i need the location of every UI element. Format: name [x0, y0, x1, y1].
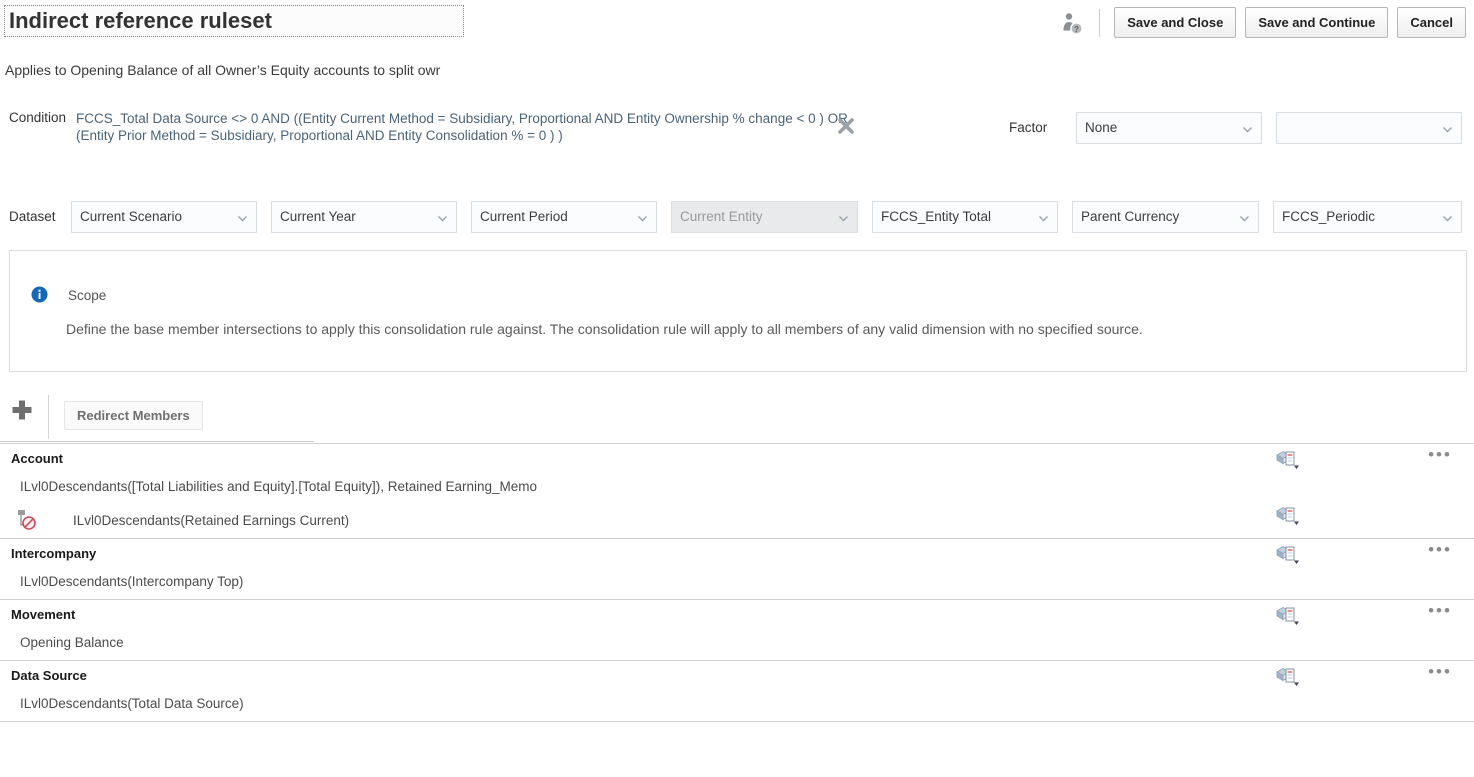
dataset-select-value: Current Period: [480, 209, 568, 224]
ruleset-title-input[interactable]: [4, 5, 464, 37]
member-expression: ILvl0Descendants(Intercompany Top): [20, 574, 243, 589]
chevron-down-icon: [1442, 213, 1453, 224]
dimension-sections: Account ILvl0Descendants([Total Liabiliti…: [0, 443, 1474, 722]
member-row[interactable]: ILvl0Descendants(Intercompany Top)•••: [0, 565, 1474, 599]
dataset-select-entity: Current Entity: [671, 201, 858, 233]
dimension-rows: Opening Balance•••: [0, 626, 1474, 660]
close-x-icon[interactable]: [836, 116, 856, 136]
member-row[interactable]: ILvl0Descendants(Retained Earnings Curre…: [0, 504, 1474, 538]
dataset-select-value: Current Scenario: [80, 209, 182, 224]
ruleset-description: Applies to Opening Balance of all Owner’…: [5, 62, 440, 78]
factor-primary-select[interactable]: None: [1076, 112, 1262, 144]
dataset-select-value: Current Year: [280, 209, 356, 224]
header-actions: ? Save and Close Save and Continue Cance…: [1059, 7, 1466, 38]
member-selector-icon[interactable]: [1276, 665, 1302, 687]
member-row[interactable]: Opening Balance•••: [0, 626, 1474, 660]
member-selector-icon[interactable]: [1276, 504, 1302, 526]
dimension-section: MovementOpening Balance•••: [0, 599, 1474, 660]
dataset-select-value: Parent Currency: [1081, 209, 1179, 224]
svg-text:?: ?: [1074, 25, 1079, 34]
row-actions-menu[interactable]: •••: [1427, 604, 1453, 622]
dataset-select-currency[interactable]: Parent Currency: [1072, 201, 1259, 233]
plus-icon[interactable]: [10, 398, 34, 422]
dataset-select-value: FCCS_Entity Total: [881, 209, 991, 224]
chevron-down-icon: [437, 213, 448, 224]
dataset-label: Dataset: [9, 209, 56, 224]
factor-label: Factor: [1009, 120, 1047, 135]
member-expression: ILvl0Descendants(Total Data Source): [20, 696, 244, 711]
dimension-name: Movement: [0, 600, 1474, 626]
user-help-icon[interactable]: ?: [1059, 10, 1085, 36]
header-divider: [1099, 9, 1100, 37]
save-and-close-button[interactable]: Save and Close: [1114, 7, 1236, 38]
dimension-section: IntercompanyILvl0Descendants(Intercompan…: [0, 538, 1474, 599]
scope-title: Scope: [68, 288, 106, 303]
member-expression: Opening Balance: [20, 635, 124, 650]
cancel-button[interactable]: Cancel: [1397, 7, 1466, 38]
dimension-rows: ILvl0Descendants([Total Liabilities and …: [0, 470, 1474, 538]
tab-redirect-members[interactable]: Redirect Members: [64, 401, 203, 430]
dataset-select-scenario[interactable]: Current Scenario: [71, 201, 257, 233]
member-selector-icon[interactable]: [1276, 448, 1302, 470]
member-selector-icon[interactable]: [1276, 604, 1302, 626]
chevron-down-icon: [1242, 124, 1253, 135]
save-and-continue-button[interactable]: Save and Continue: [1245, 7, 1388, 38]
page-header: ? Save and Close Save and Continue Cance…: [0, 0, 1474, 50]
dimension-section: Account ILvl0Descendants([Total Liabiliti…: [0, 443, 1474, 538]
member-expression: ILvl0Descendants([Total Liabilities and …: [20, 479, 537, 494]
chevron-down-icon: [1239, 213, 1250, 224]
factor-primary-value: None: [1085, 120, 1117, 135]
condition-label: Condition: [9, 110, 66, 125]
member-expression: ILvl0Descendants(Retained Earnings Curre…: [73, 513, 349, 528]
row-actions-menu[interactable]: •••: [1427, 665, 1453, 683]
chevron-down-icon: [637, 213, 648, 224]
dimension-name: Data Source: [0, 661, 1474, 687]
chevron-down-icon: [838, 213, 849, 224]
dimension-rows: ILvl0Descendants(Intercompany Top)•••: [0, 565, 1474, 599]
member-row[interactable]: ILvl0Descendants([Total Liabilities and …: [0, 470, 1474, 504]
member-selector-icon[interactable]: [1276, 543, 1302, 565]
condition-expression[interactable]: FCCS_Total Data Source <> 0 AND ((Entity…: [76, 110, 851, 144]
tabstrip-divider: [48, 395, 49, 439]
dataset-select-consolidation[interactable]: FCCS_Entity Total: [872, 201, 1058, 233]
dataset-select-value: FCCS_Periodic: [1282, 209, 1375, 224]
dataset-select-value: Current Entity: [680, 209, 763, 224]
members-tabstrip: Redirect Members: [0, 393, 314, 442]
factor-secondary-select[interactable]: [1276, 112, 1462, 144]
scope-description: Define the base member intersections to …: [66, 321, 1143, 337]
info-icon: [31, 286, 48, 303]
chevron-down-icon: [237, 213, 248, 224]
dataset-select-view[interactable]: FCCS_Periodic: [1273, 201, 1462, 233]
exclude-member-icon: [16, 509, 40, 531]
row-actions-menu[interactable]: •••: [1427, 543, 1453, 561]
dimension-name: Account: [0, 444, 1474, 470]
scope-panel: Scope Define the base member intersectio…: [9, 250, 1467, 372]
row-actions-menu[interactable]: •••: [1427, 448, 1453, 466]
dataset-select-year[interactable]: Current Year: [271, 201, 457, 233]
dataset-select-period[interactable]: Current Period: [471, 201, 657, 233]
dimension-name: Intercompany: [0, 539, 1474, 565]
chevron-down-icon: [1442, 124, 1453, 135]
dimension-section: Data SourceILvl0Descendants(Total Data S…: [0, 660, 1474, 722]
member-row[interactable]: ILvl0Descendants(Total Data Source)•••: [0, 687, 1474, 721]
chevron-down-icon: [1038, 213, 1049, 224]
dimension-rows: ILvl0Descendants(Total Data Source)•••: [0, 687, 1474, 721]
